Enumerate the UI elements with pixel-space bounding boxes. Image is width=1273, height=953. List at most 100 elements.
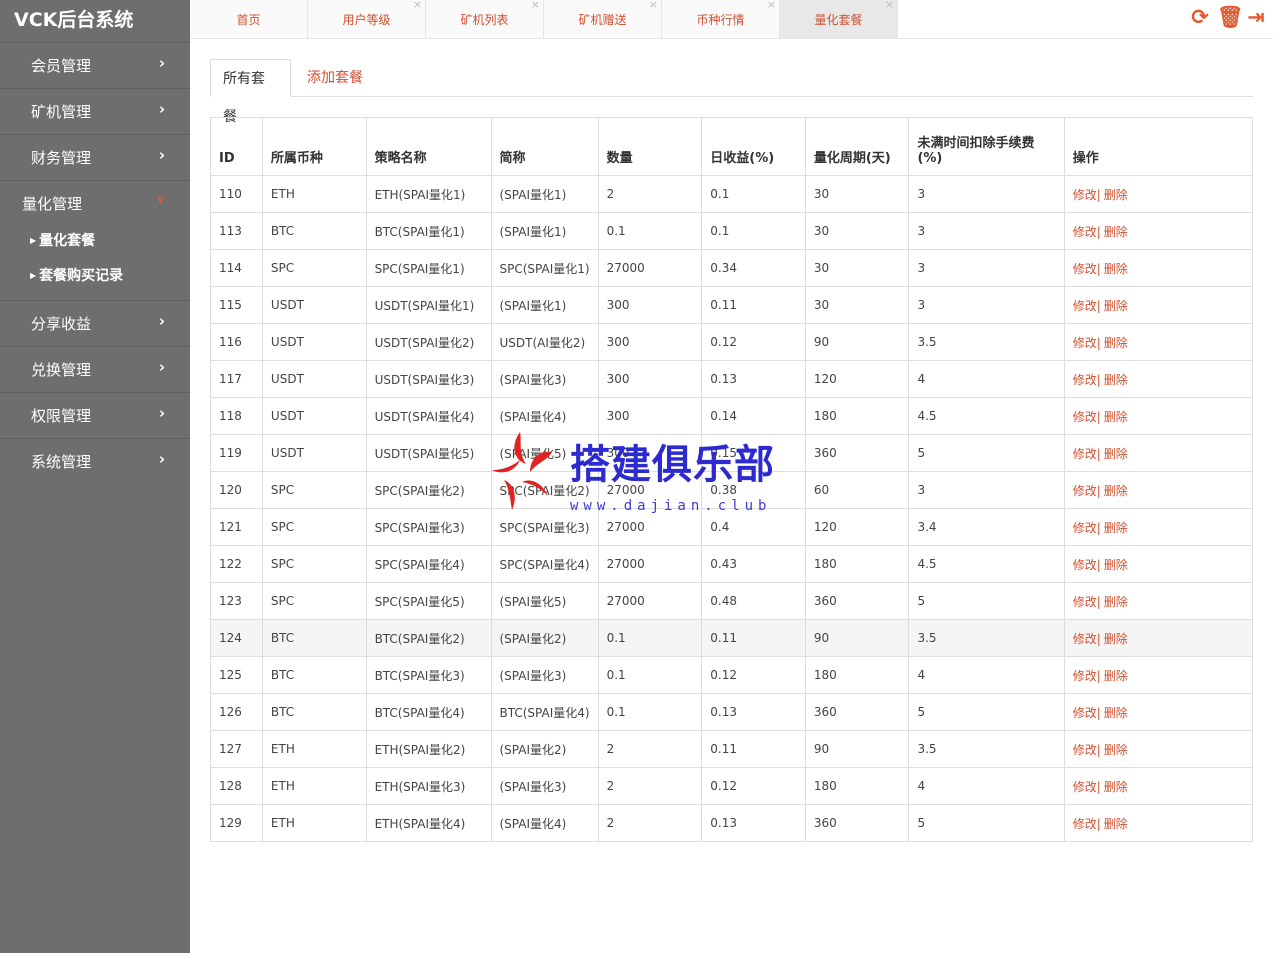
delete-link[interactable]: 删除 <box>1104 299 1128 313</box>
table-row: 118 USDT USDT(SPAI量化4) (SPAI量化4) 300 0.14 180 4… <box>210 397 1254 435</box>
sidebar-subitem-0[interactable]: ▶ 量化套餐 <box>0 226 190 261</box>
edit-link[interactable]: 修改 <box>1073 780 1097 794</box>
table-cell: BTC <box>262 656 367 694</box>
edit-link[interactable]: 修改 <box>1073 632 1097 646</box>
trash-icon[interactable]: 🗑 <box>1217 6 1244 28</box>
tab-0[interactable]: 首页 <box>190 0 308 38</box>
edit-link[interactable]: 修改 <box>1073 447 1097 461</box>
table-cell: (SPAI量化4) <box>491 397 599 435</box>
sidebar-item-3[interactable]: 量化管理 ∨ <box>0 181 190 226</box>
edit-link[interactable]: 修改 <box>1073 595 1097 609</box>
delete-link[interactable]: 删除 <box>1104 632 1128 646</box>
table-cell: SPC <box>262 582 367 620</box>
delete-link[interactable]: 删除 <box>1104 817 1128 831</box>
delete-link[interactable]: 删除 <box>1104 521 1128 535</box>
table-cell: 3 <box>908 286 1065 324</box>
tab-label: 矿机列表 <box>460 13 509 27</box>
table-cell: SPC(SPAI量化1) <box>491 249 599 287</box>
table-cell: ETH(SPAI量化3) <box>366 767 492 805</box>
table-row: 124 BTC BTC(SPAI量化2) (SPAI量化2) 0.1 0.11 90 3.5 修… <box>210 619 1254 657</box>
table-cell: 3.5 <box>908 619 1065 657</box>
sidebar-item-5[interactable]: 兑换管理 › <box>0 347 190 392</box>
close-icon[interactable]: × <box>885 0 894 12</box>
row-actions: 修改| 删除 <box>1064 397 1254 435</box>
tab-2[interactable]: 矿机列表 × <box>426 0 544 38</box>
tab-5[interactable]: 量化套餐 × <box>780 0 898 38</box>
action-separator: | <box>1096 446 1101 461</box>
edit-link[interactable]: 修改 <box>1073 262 1097 276</box>
action-separator: | <box>1096 742 1101 757</box>
refresh-icon[interactable]: ⟳ <box>1189 6 1211 28</box>
edit-link[interactable]: 修改 <box>1073 669 1097 683</box>
table-cell: 360 <box>805 582 910 620</box>
delete-link[interactable]: 删除 <box>1104 595 1128 609</box>
table-cell: SPC(SPAI量化3) <box>491 508 599 546</box>
tab-4[interactable]: 币种行情 × <box>662 0 780 38</box>
close-icon[interactable]: × <box>531 0 540 12</box>
delete-link[interactable]: 删除 <box>1104 188 1128 202</box>
delete-link[interactable]: 删除 <box>1104 669 1128 683</box>
action-separator: | <box>1096 335 1101 350</box>
table-cell: 90 <box>805 619 910 657</box>
table-row: 126 BTC BTC(SPAI量化4) BTC(SPAI量化4) 0.1 0.13 360… <box>210 693 1254 731</box>
delete-link[interactable]: 删除 <box>1104 225 1128 239</box>
sidebar-item-7[interactable]: 系统管理 › <box>0 439 190 484</box>
edit-link[interactable]: 修改 <box>1073 225 1097 239</box>
delete-link[interactable]: 删除 <box>1104 447 1128 461</box>
edit-link[interactable]: 修改 <box>1073 817 1097 831</box>
sidebar-item-1[interactable]: 矿机管理 › <box>0 89 190 134</box>
edit-link[interactable]: 修改 <box>1073 484 1097 498</box>
close-icon[interactable]: × <box>649 0 658 12</box>
sidebar-item-2[interactable]: 财务管理 › <box>0 135 190 180</box>
sidebar-subitem-1[interactable]: ▶ 套餐购买记录 <box>0 261 190 296</box>
delete-link[interactable]: 删除 <box>1104 558 1128 572</box>
delete-link[interactable]: 删除 <box>1104 780 1128 794</box>
sidebar-item-4[interactable]: 分享收益 › <box>0 301 190 346</box>
close-icon[interactable]: × <box>413 0 422 12</box>
edit-link[interactable]: 修改 <box>1073 743 1097 757</box>
logout-icon[interactable]: ⇥ <box>1245 6 1267 28</box>
table-cell: 120 <box>210 471 263 509</box>
delete-link[interactable]: 删除 <box>1104 262 1128 276</box>
chevron-right-icon: › <box>158 146 165 164</box>
table-cell: SPC(SPAI量化5) <box>366 582 492 620</box>
action-separator: | <box>1096 261 1101 276</box>
edit-link[interactable]: 修改 <box>1073 410 1097 424</box>
delete-link[interactable]: 删除 <box>1104 706 1128 720</box>
delete-link[interactable]: 删除 <box>1104 373 1128 387</box>
tab-add-package[interactable]: 添加套餐 <box>295 59 375 97</box>
delete-link[interactable]: 删除 <box>1104 743 1128 757</box>
delete-link[interactable]: 删除 <box>1104 336 1128 350</box>
edit-link[interactable]: 修改 <box>1073 521 1097 535</box>
row-actions: 修改| 删除 <box>1064 767 1254 805</box>
sidebar-subitem-label: 套餐购买记录 <box>39 268 124 284</box>
edit-link[interactable]: 修改 <box>1073 188 1097 202</box>
sidebar-item-6[interactable]: 权限管理 › <box>0 393 190 438</box>
table-cell: USDT(SPAI量化2) <box>366 323 492 361</box>
edit-link[interactable]: 修改 <box>1073 373 1097 387</box>
delete-link[interactable]: 删除 <box>1104 410 1128 424</box>
action-separator: | <box>1096 594 1101 609</box>
edit-link[interactable]: 修改 <box>1073 558 1097 572</box>
tab-3[interactable]: 矿机赠送 × <box>544 0 662 38</box>
sidebar-item-0[interactable]: 会员管理 › <box>0 43 190 88</box>
table-cell: 120 <box>805 508 910 546</box>
table-cell: 2 <box>598 767 703 805</box>
table-cell: 3 <box>908 175 1065 213</box>
table-cell: 30 <box>805 249 910 287</box>
edit-link[interactable]: 修改 <box>1073 336 1097 350</box>
table-cell: SPC <box>262 249 367 287</box>
chevron-right-icon: › <box>158 358 165 376</box>
chevron-down-icon: ∨ <box>156 193 165 206</box>
table-cell: 30 <box>805 212 910 250</box>
close-icon[interactable]: × <box>767 0 776 12</box>
tab-label: 矿机赠送 <box>578 13 627 27</box>
table-cell: 3.5 <box>908 730 1065 768</box>
delete-link[interactable]: 删除 <box>1104 484 1128 498</box>
edit-link[interactable]: 修改 <box>1073 299 1097 313</box>
tab-all-packages[interactable]: 所有套餐 <box>210 59 291 125</box>
edit-link[interactable]: 修改 <box>1073 706 1097 720</box>
table-cell: 2 <box>598 175 703 213</box>
table-cell: 27000 <box>598 471 703 509</box>
tab-1[interactable]: 用户等级 × <box>308 0 426 38</box>
